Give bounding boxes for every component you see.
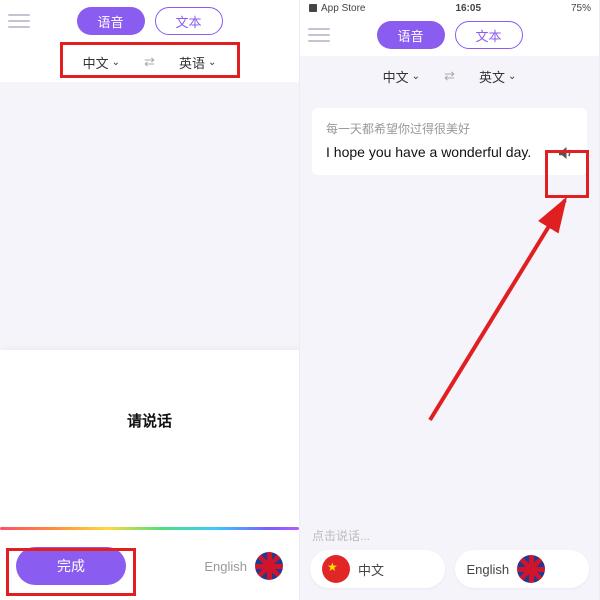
status-app: App Store bbox=[321, 3, 365, 14]
record-panel: 请说话 完成 English bbox=[0, 350, 299, 600]
flag-uk-icon bbox=[517, 555, 545, 583]
record-prompt: 请说话 bbox=[127, 410, 172, 431]
tab-voice[interactable]: 语音 bbox=[77, 7, 145, 35]
lang-to-label: 英文 bbox=[479, 67, 505, 86]
english-label: English bbox=[204, 559, 247, 574]
chevron-down-icon: ⌄ bbox=[412, 71, 420, 82]
flag-uk-icon bbox=[255, 552, 283, 580]
speaker-icon[interactable] bbox=[551, 139, 579, 167]
left-pane: 语音 文本 中文 ⌄ ⇄ 英语 ⌄ 请说话 完成 English bbox=[0, 0, 300, 600]
lang-to[interactable]: 英文 ⌄ bbox=[479, 67, 516, 86]
chevron-down-icon: ⌄ bbox=[208, 57, 216, 68]
bottom-row: 完成 English bbox=[0, 544, 299, 588]
lang-from-label: 中文 bbox=[83, 53, 109, 72]
mode-tabs: 语音 文本 bbox=[30, 7, 269, 35]
right-pane: App Store 16:05 75% 语音 文本 中文 ⌄ ⇄ 英文 ⌄ 每一… bbox=[300, 0, 600, 600]
swap-icon[interactable]: ⇄ bbox=[444, 68, 455, 84]
english-indicator: English bbox=[204, 552, 283, 580]
menu-icon[interactable] bbox=[8, 10, 30, 32]
lang-from[interactable]: 中文 ⌄ bbox=[83, 53, 120, 72]
tab-text[interactable]: 文本 bbox=[455, 21, 523, 49]
chevron-down-icon: ⌄ bbox=[112, 57, 120, 68]
menu-icon[interactable] bbox=[308, 24, 330, 46]
flag-cn-icon bbox=[322, 555, 350, 583]
language-row: 中文 ⌄ ⇄ 英语 ⌄ bbox=[0, 42, 299, 82]
lang-tab-english[interactable]: English bbox=[455, 550, 590, 588]
lang-tabs: 中文 English bbox=[300, 550, 599, 594]
lang-tab-cn-label: 中文 bbox=[358, 560, 384, 579]
lang-from-label: 中文 bbox=[383, 67, 409, 86]
tab-text[interactable]: 文本 bbox=[155, 7, 223, 35]
waveform bbox=[0, 527, 299, 530]
lang-tab-chinese[interactable]: 中文 bbox=[310, 550, 445, 588]
lang-to-label: 英语 bbox=[179, 53, 205, 72]
lang-from[interactable]: 中文 ⌄ bbox=[383, 67, 420, 86]
lang-to[interactable]: 英语 ⌄ bbox=[179, 53, 216, 72]
appstore-icon bbox=[308, 3, 318, 13]
topbar: 语音 文本 bbox=[0, 0, 299, 42]
source-text: 每一天都希望你过得很美好 bbox=[326, 120, 573, 137]
annotation-arrow bbox=[380, 180, 580, 480]
translation-card: 每一天都希望你过得很美好 I hope you have a wonderful… bbox=[312, 108, 587, 175]
status-battery: 75% bbox=[571, 3, 591, 14]
mode-tabs: 语音 文本 bbox=[330, 21, 569, 49]
lang-tab-en-label: English bbox=[467, 562, 510, 577]
target-text: I hope you have a wonderful day. bbox=[326, 143, 573, 163]
speak-prompt[interactable]: 点击说话... bbox=[312, 527, 587, 544]
tab-voice[interactable]: 语音 bbox=[377, 21, 445, 49]
status-bar: App Store 16:05 75% bbox=[300, 0, 599, 16]
language-row: 中文 ⌄ ⇄ 英文 ⌄ bbox=[300, 56, 599, 96]
status-time: 16:05 bbox=[455, 3, 481, 14]
chevron-down-icon: ⌄ bbox=[508, 71, 516, 82]
swap-icon[interactable]: ⇄ bbox=[144, 54, 155, 70]
done-button[interactable]: 完成 bbox=[16, 547, 126, 585]
